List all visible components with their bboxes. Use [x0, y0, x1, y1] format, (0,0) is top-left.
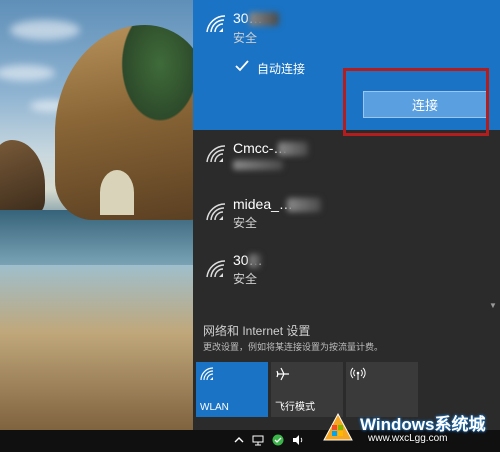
network-status: 安全 [233, 272, 258, 286]
airplane-mode-tile-label: 飞行模式 [275, 402, 315, 413]
highlight-box [343, 68, 489, 136]
wifi-signal-icon [206, 260, 226, 278]
volume-icon[interactable] [292, 434, 304, 446]
network-status: 安全 [233, 31, 258, 45]
site-watermark: Windows系统城 www.wxcLgg.com [322, 400, 500, 452]
scroll-down-arrow-icon[interactable]: ▼ [489, 301, 497, 310]
network-item-expanded[interactable]: 30… 安全 自动连接 连接 [193, 0, 500, 136]
auto-connect-label: 自动连接 [257, 62, 306, 76]
wifi-icon [200, 367, 214, 381]
network-name: midea_… [233, 196, 293, 212]
airplane-icon [276, 367, 289, 381]
network-icon[interactable] [252, 434, 264, 446]
chevron-up-icon[interactable] [233, 434, 245, 446]
network-settings-link[interactable]: 网络和 Internet 设置 [203, 322, 310, 339]
windows-logo-icon [323, 412, 353, 441]
wlan-tile[interactable]: WLAN [196, 362, 268, 417]
wifi-signal-icon [206, 203, 226, 221]
scrollbar[interactable]: ▼ [489, 130, 497, 310]
network-status: 安全 [233, 216, 258, 230]
watermark-title: Windows系统城 [360, 415, 486, 434]
wifi-signal-icon [206, 145, 226, 163]
auto-connect-checkbox[interactable] [235, 59, 249, 73]
wlan-tile-label: WLAN [200, 402, 229, 413]
watermark-url: www.wxcLgg.com [368, 433, 448, 444]
network-settings-description: 更改设置，例如将某连接设置为按流量计费。 [203, 342, 384, 352]
wifi-signal-icon [206, 15, 226, 33]
green-app-icon[interactable] [272, 434, 284, 446]
network-item[interactable]: midea_… 安全 [193, 190, 500, 245]
mobile-hotspot-icon [350, 367, 366, 380]
network-flyout: 30… 安全 自动连接 连接 Cmcc-… midea_… 安全 30… 安全 … [193, 0, 500, 430]
network-item[interactable]: Cmcc-… [193, 132, 500, 187]
desktop-wallpaper [0, 0, 193, 430]
network-item[interactable]: 30… 安全 [193, 247, 500, 302]
